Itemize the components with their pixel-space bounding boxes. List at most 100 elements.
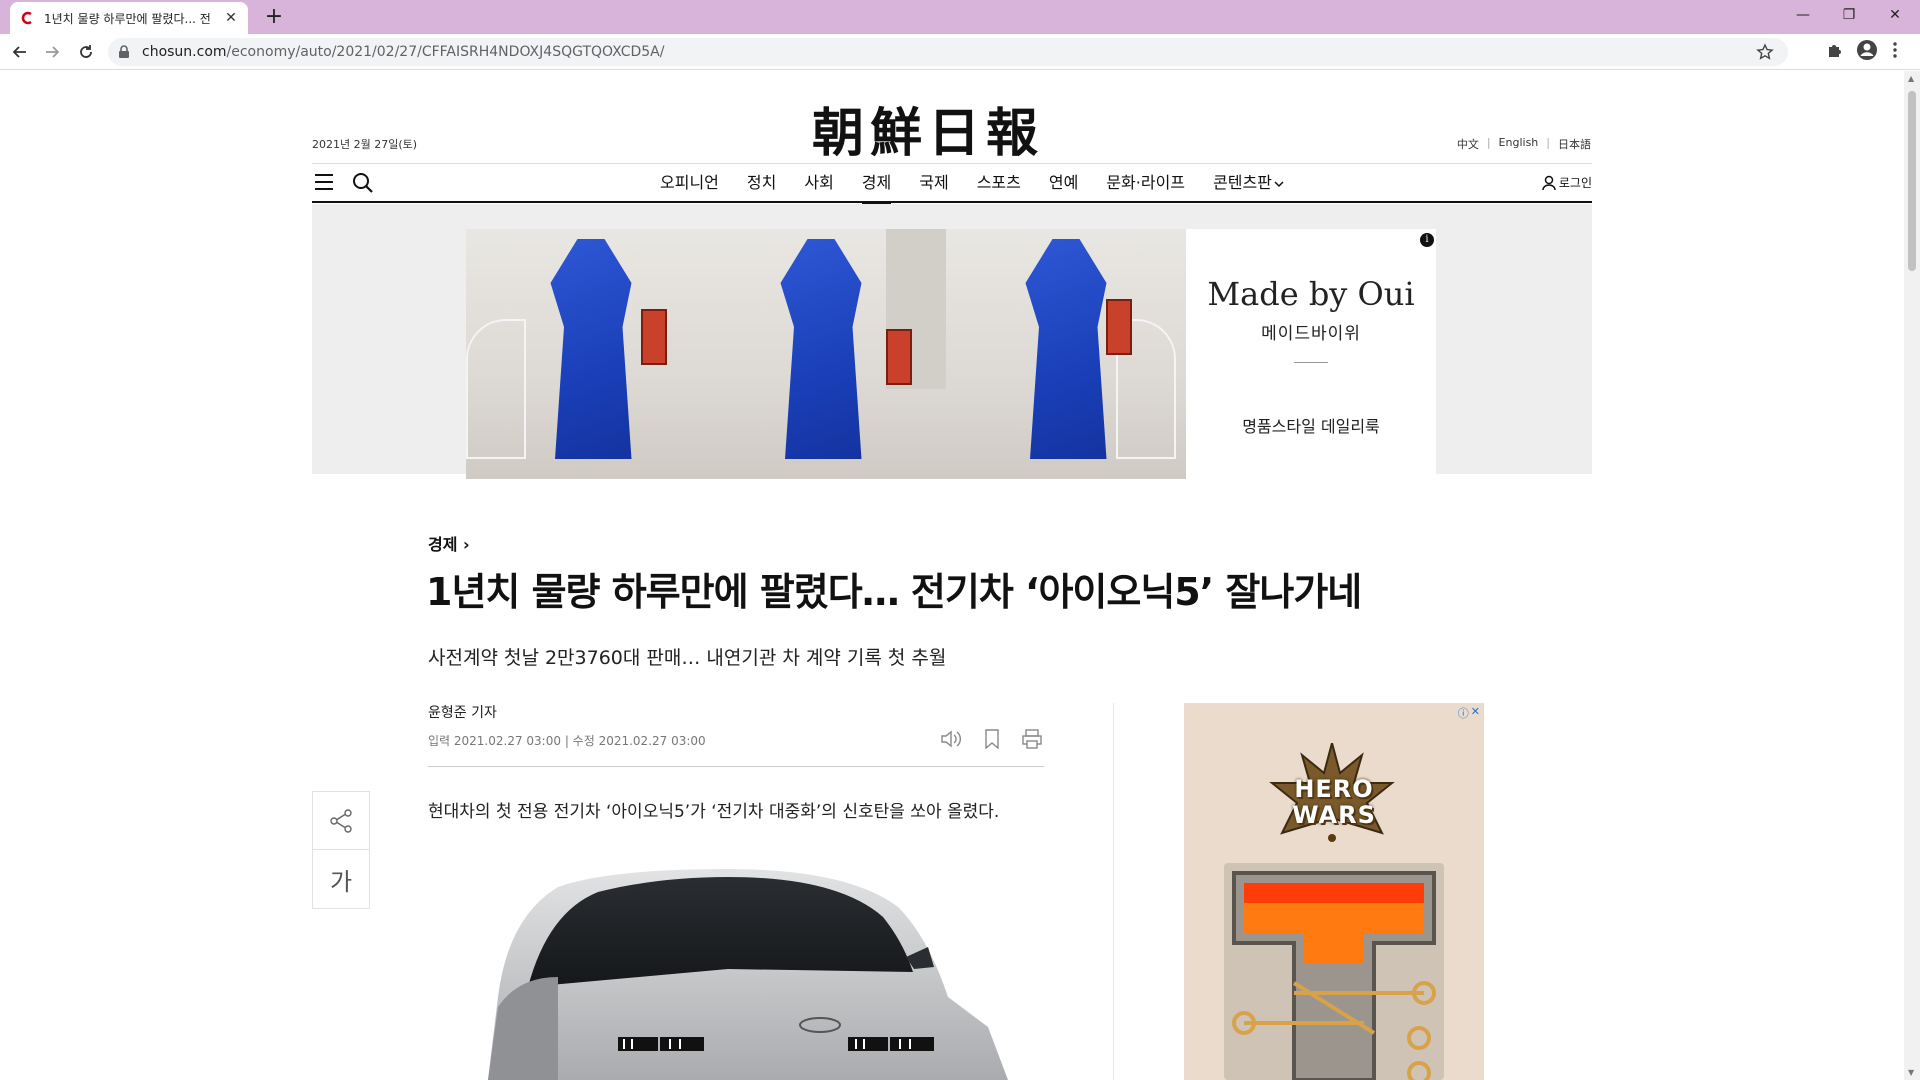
ad-photo[interactable] xyxy=(946,229,1186,479)
minimize-button[interactable]: — xyxy=(1780,0,1826,30)
language-links: 中文 | English | 日本語 xyxy=(1457,136,1591,152)
scroll-up-arrow-icon[interactable]: ▲ xyxy=(1908,74,1914,83)
nav-item-politics[interactable]: 정치 xyxy=(733,164,790,202)
column-divider xyxy=(1113,703,1114,1080)
article-byline[interactable]: 윤형준 기자 xyxy=(428,702,497,722)
red-bag-shape xyxy=(886,329,912,385)
right-sidebar-ad[interactable]: ⓘ ✕ HERO WARS xyxy=(1184,703,1484,1080)
nav-item-opinion[interactable]: 오피니언 xyxy=(646,164,733,202)
new-tab-button[interactable]: + xyxy=(260,4,288,29)
url-path: /economy/auto/2021/02/27/CFFAISRH4NDOXJ4… xyxy=(226,44,665,60)
article-headline: 1년치 물량 하루만에 팔렸다… 전기차 ‘아이오닉5’ 잘나가네 xyxy=(426,570,1362,614)
game-title-line1: HERO xyxy=(1294,775,1374,803)
article-subheadline: 사전계약 첫날 2만3760대 판매… 내연기관 차 계약 기록 첫 추월 xyxy=(428,647,947,669)
scroll-down-arrow-icon[interactable]: ▼ xyxy=(1908,1068,1914,1077)
red-bag-shape xyxy=(1106,299,1132,355)
scroll-thumb[interactable] xyxy=(1908,91,1916,271)
browser-menu-kebab-icon[interactable] xyxy=(1892,41,1898,59)
article-image-ioniq5[interactable] xyxy=(428,857,1044,1080)
tab-close-icon[interactable]: ✕ xyxy=(224,10,238,26)
chosun-favicon-icon xyxy=(21,11,32,25)
nav-item-entertainment[interactable]: 연예 xyxy=(1035,164,1092,202)
blue-dress-shape xyxy=(1025,239,1107,459)
browser-tab[interactable]: 1년치 물량 하루만에 팔렸다... 전 ✕ xyxy=(10,2,248,34)
header-date: 2021년 2월 27일(토) xyxy=(312,138,418,151)
ad-brand-name: Made by Oui xyxy=(1207,275,1415,313)
url-host: chosun.com xyxy=(142,44,227,60)
login-label: 로그인 xyxy=(1558,176,1592,190)
ad-photo[interactable] xyxy=(466,229,706,479)
game-title-line2: WARS xyxy=(1292,801,1376,829)
profile-avatar-icon[interactable] xyxy=(1856,39,1878,61)
address-bar[interactable]: chosun.com/economy/auto/2021/02/27/CFFAI… xyxy=(108,38,1788,66)
forward-arrow-icon xyxy=(46,46,60,58)
ad-info-icon[interactable]: i xyxy=(1420,233,1434,247)
user-icon xyxy=(1542,175,1556,190)
pipe-puzzle-graphic xyxy=(1224,863,1444,1080)
extensions-puzzle-icon[interactable] xyxy=(1826,41,1844,59)
forward-button[interactable] xyxy=(40,40,64,64)
back-arrow-icon xyxy=(12,46,26,58)
nav-item-international[interactable]: 국제 xyxy=(905,164,962,202)
ad-close-icon[interactable]: ✕ xyxy=(1471,705,1480,721)
ad-photo[interactable] xyxy=(706,229,946,479)
hamburger-menu-icon[interactable] xyxy=(314,173,334,191)
bookmark-star-icon[interactable] xyxy=(1756,43,1774,61)
ad-brand-panel[interactable]: Made by Oui 메이드바이위 명품스타일 데일리룩 xyxy=(1186,229,1436,479)
blue-dress-shape xyxy=(780,239,862,459)
article-lead-paragraph: 현대차의 첫 전용 전기차 ‘아이오닉5’가 ‘전기차 대중화’의 신호탄을 쏘… xyxy=(428,802,1000,822)
nav-item-economy[interactable]: 경제 xyxy=(848,164,905,204)
ad-brand-copy: 명품스타일 데일리룩 xyxy=(1242,417,1380,436)
nav-menu: 오피니언 정치 사회 경제 국제 스포츠 연예 문화·라이프 콘텐츠판 xyxy=(646,164,1298,204)
lang-separator: | xyxy=(1546,136,1550,149)
adchoices-badge[interactable]: ⓘ ✕ xyxy=(1458,705,1480,721)
page-scrollbar[interactable]: ▲ ▼ xyxy=(1904,71,1920,1080)
page-viewport: 朝鮮日報 2021년 2월 27일(토) 中文 | English | 日本語 … xyxy=(0,71,1904,1080)
nav-item-contents[interactable]: 콘텐츠판 xyxy=(1199,164,1298,202)
print-icon[interactable] xyxy=(1022,729,1042,749)
back-button[interactable] xyxy=(8,40,32,64)
chair-shape xyxy=(466,319,526,459)
blue-dress-shape xyxy=(550,239,632,459)
main-navigation: 오피니언 정치 사회 경제 국제 스포츠 연예 문화·라이프 콘텐츠판 로그인 xyxy=(312,163,1592,204)
meta-divider xyxy=(428,766,1044,767)
adchoices-icon[interactable]: ⓘ xyxy=(1458,705,1469,721)
audio-speaker-icon[interactable] xyxy=(940,729,962,749)
top-banner-ad[interactable]: Made by Oui 메이드바이위 명품스타일 데일리룩 i xyxy=(312,204,1592,479)
section-breadcrumb[interactable]: 경제 › xyxy=(428,531,470,555)
share-button[interactable] xyxy=(313,792,369,850)
browser-tab-strip: 1년치 물량 하루만에 팔렸다... 전 ✕ + — ❐ ✕ xyxy=(0,0,1920,34)
ad-brand-korean: 메이드바이위 xyxy=(1261,324,1361,344)
car-illustration xyxy=(488,869,1008,1080)
tab-title: 1년치 물량 하루만에 팔렸다... 전 xyxy=(44,11,211,26)
lang-japanese-link[interactable]: 日本語 xyxy=(1558,136,1591,152)
nav-item-culture-life[interactable]: 문화·라이프 xyxy=(1092,164,1199,202)
lang-english-link[interactable]: English xyxy=(1499,136,1539,152)
share-icon xyxy=(330,808,352,833)
browser-toolbar: chosun.com/economy/auto/2021/02/27/CFFAI… xyxy=(0,34,1920,70)
lang-separator: | xyxy=(1486,136,1491,149)
article-side-tools: 가 xyxy=(312,791,370,909)
search-icon[interactable] xyxy=(352,172,374,194)
section-label: 경제 xyxy=(428,535,458,554)
lock-icon[interactable] xyxy=(118,45,130,59)
close-window-button[interactable]: ✕ xyxy=(1872,0,1918,30)
site-logo[interactable]: 朝鮮日報 xyxy=(812,91,1044,166)
reload-button[interactable] xyxy=(74,40,98,64)
restore-button[interactable]: ❐ xyxy=(1826,0,1872,30)
nav-item-contents-label: 콘텐츠판 xyxy=(1213,173,1272,192)
lang-chinese-link[interactable]: 中文 xyxy=(1457,136,1479,152)
section-arrow: › xyxy=(463,535,470,554)
nav-item-sports[interactable]: 스포츠 xyxy=(963,164,1035,202)
url-text[interactable]: chosun.com/economy/auto/2021/02/27/CFFAI… xyxy=(142,44,664,60)
nav-item-society[interactable]: 사회 xyxy=(790,164,847,202)
font-size-button[interactable]: 가 xyxy=(313,850,369,908)
ad-photo-strip[interactable] xyxy=(466,229,1186,479)
bookmark-icon[interactable] xyxy=(984,729,1000,749)
chevron-down-icon xyxy=(1274,181,1284,188)
reload-icon xyxy=(80,45,92,58)
ad-divider xyxy=(1294,362,1328,363)
article-dates: 입력 2021.02.27 03:00 | 수정 2021.02.27 03:0… xyxy=(428,734,706,748)
red-bag-shape xyxy=(641,309,667,365)
login-button[interactable]: 로그인 xyxy=(1542,174,1592,191)
